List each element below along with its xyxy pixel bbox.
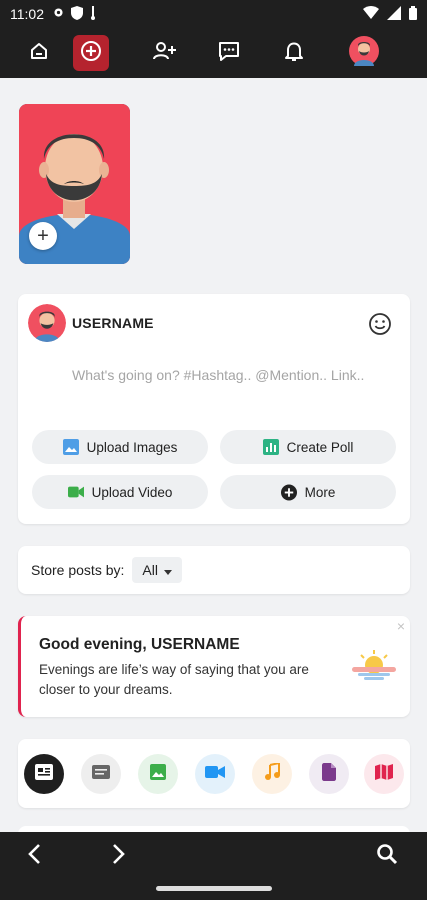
home-button[interactable] — [22, 36, 56, 70]
upload-images-button[interactable]: Upload Images — [32, 430, 208, 464]
profile-avatar — [349, 35, 379, 71]
post-type-filters — [18, 739, 410, 808]
add-friend-icon — [152, 41, 176, 66]
filter-all-posts[interactable] — [24, 754, 64, 794]
clock: 11:02 — [10, 6, 44, 22]
filter-music[interactable] — [252, 754, 292, 794]
filter-text[interactable] — [81, 754, 121, 794]
greeting-text: Evenings are life’s way of saying that y… — [39, 662, 309, 697]
shield-icon — [71, 5, 83, 23]
gear-icon — [52, 6, 65, 22]
upload-video-label: Upload Video — [91, 484, 173, 500]
chevron-left-icon — [27, 843, 41, 870]
more-button[interactable]: More — [220, 475, 396, 509]
create-poll-label: Create Poll — [286, 439, 354, 455]
top-nav — [0, 28, 427, 78]
plus-circle-icon — [280, 484, 297, 500]
filter-video[interactable] — [195, 754, 235, 794]
messages-icon — [218, 41, 240, 66]
close-icon[interactable]: × — [397, 618, 405, 634]
sort-selected-value: All — [142, 562, 158, 578]
sort-label: Store posts by: — [31, 562, 125, 578]
greeting-title: Good evening, USERNAME — [39, 636, 240, 653]
caret-down-icon — [163, 562, 172, 578]
messages-button[interactable] — [212, 36, 246, 70]
post-input[interactable]: What's going on? #Hashtag.. @Mention.. L… — [72, 363, 372, 387]
story-avatar-illustration — [19, 104, 130, 264]
sort-posts-bar: Store posts by: All — [18, 546, 410, 594]
text-icon — [92, 764, 110, 784]
add-friend-button[interactable] — [147, 36, 181, 70]
search-icon — [376, 843, 398, 870]
video-camera-icon — [67, 484, 84, 500]
all-posts-icon — [35, 763, 53, 785]
search-button[interactable] — [371, 840, 403, 872]
music-icon — [264, 761, 280, 786]
plus-icon: + — [37, 224, 49, 247]
emoji-button[interactable] — [368, 312, 392, 341]
create-post-icon — [80, 40, 102, 67]
sort-select[interactable]: All — [132, 557, 182, 583]
filter-files[interactable] — [309, 754, 349, 794]
create-poll-button[interactable]: Create Poll — [220, 430, 396, 464]
post-composer: USERNAME What's going on? #Hashtag.. @Me… — [18, 294, 410, 524]
profile-avatar-button[interactable] — [347, 35, 381, 71]
upload-images-label: Upload Images — [86, 439, 178, 455]
poll-icon — [262, 439, 279, 455]
file-icon — [322, 762, 336, 786]
greeting-card: Good evening, USERNAME Evenings are life… — [18, 616, 410, 717]
upload-video-button[interactable]: Upload Video — [32, 475, 208, 509]
image-icon — [62, 439, 79, 455]
gesture-handle[interactable] — [156, 886, 272, 891]
status-bar: 11:02 — [0, 0, 427, 28]
filter-photos[interactable] — [138, 754, 178, 794]
usb-icon — [89, 5, 97, 23]
filter-places[interactable] — [364, 754, 404, 794]
bell-icon — [284, 40, 304, 67]
battery-icon — [409, 5, 417, 23]
video-icon — [205, 765, 225, 784]
composer-avatar — [28, 304, 66, 342]
back-button[interactable] — [18, 840, 50, 872]
create-post-button[interactable] — [73, 35, 109, 71]
more-label: More — [304, 484, 336, 500]
smiley-icon — [368, 313, 392, 340]
sunset-icon — [352, 650, 396, 685]
chevron-right-icon — [112, 843, 126, 870]
notifications-button[interactable] — [277, 36, 311, 70]
story-card[interactable]: + — [19, 104, 130, 264]
map-icon — [375, 763, 393, 785]
wifi-icon — [363, 6, 379, 22]
photos-icon — [150, 763, 166, 785]
home-icon — [29, 41, 49, 66]
add-story-button[interactable]: + — [29, 222, 57, 250]
composer-username: USERNAME — [72, 315, 154, 331]
signal-icon — [387, 5, 401, 23]
forward-button[interactable] — [103, 840, 135, 872]
